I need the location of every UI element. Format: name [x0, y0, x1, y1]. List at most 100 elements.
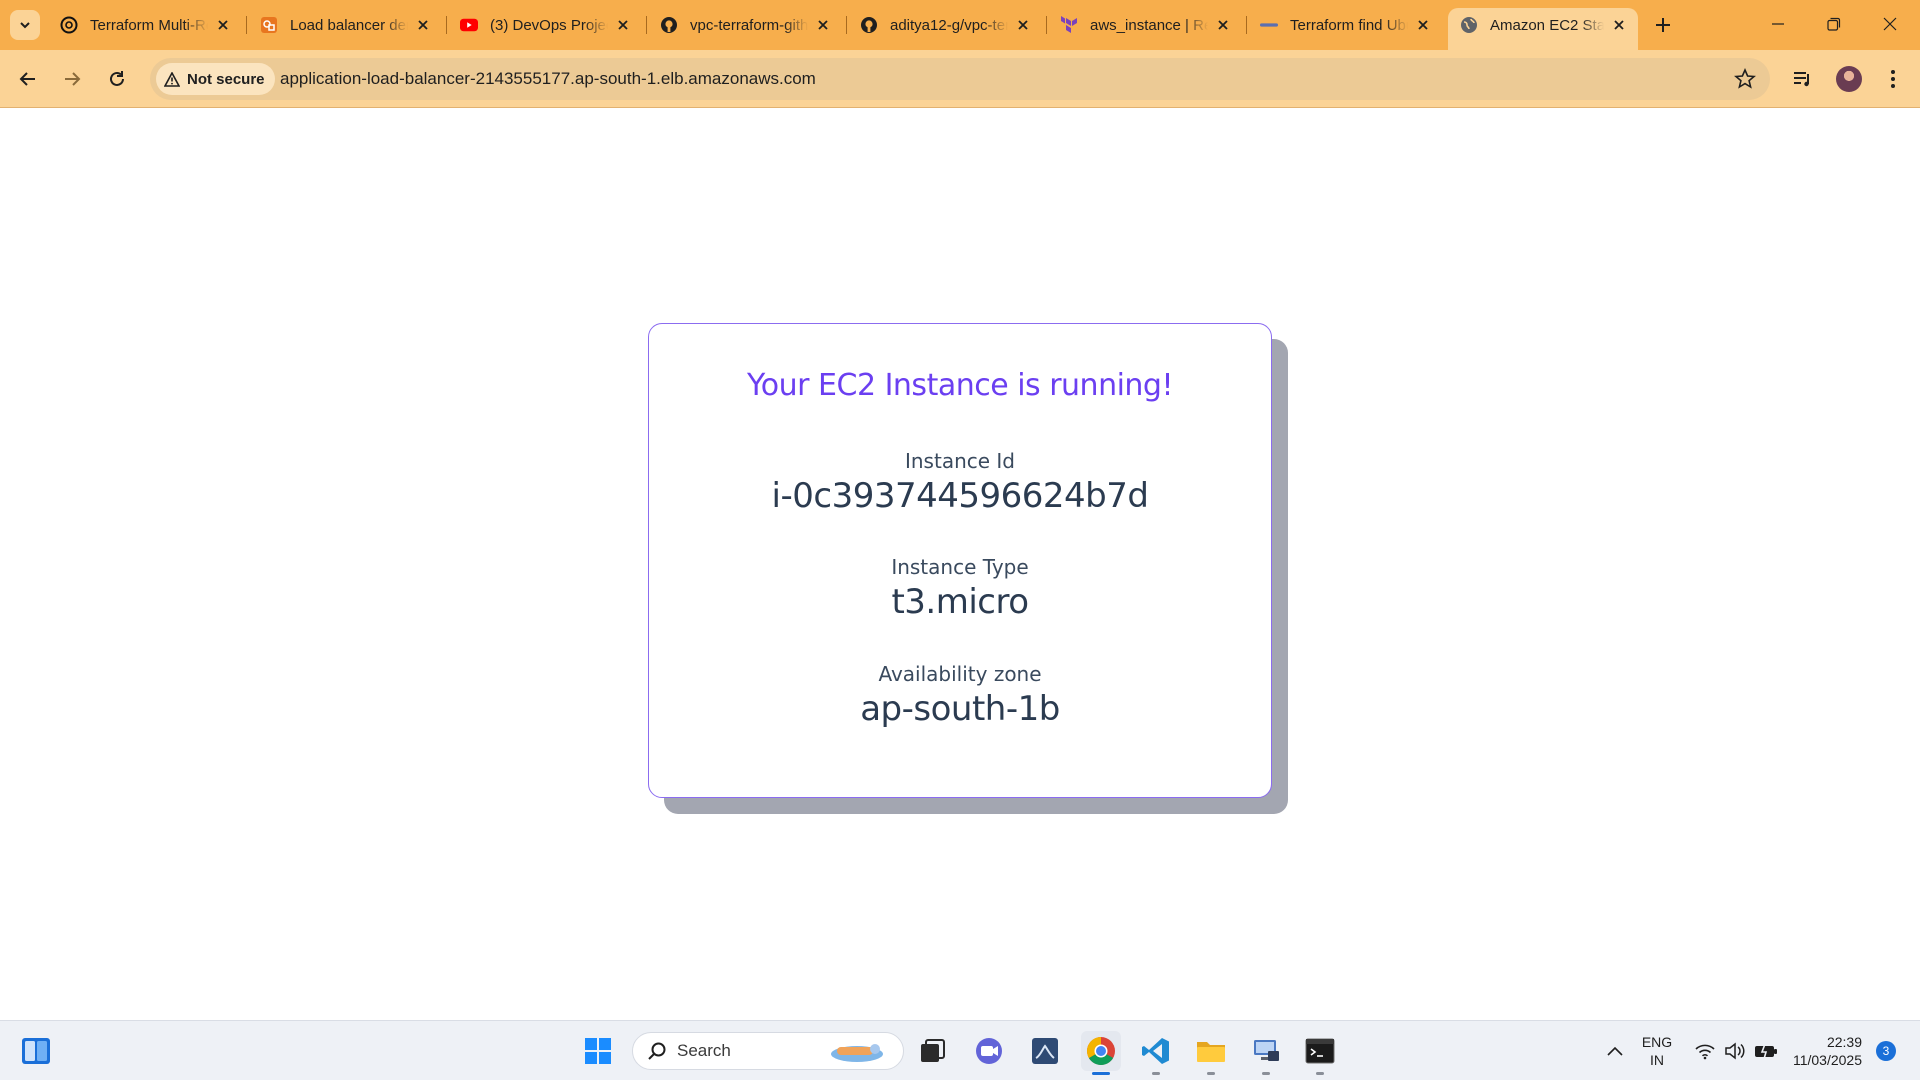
vscode-button[interactable] — [1136, 1031, 1176, 1075]
media-control-button[interactable] — [1788, 64, 1818, 94]
avatar — [1836, 66, 1862, 92]
tab-strip: Terraform Multi-Region Deployment Load b… — [0, 0, 1920, 50]
teams-button[interactable] — [969, 1031, 1009, 1071]
menu-button[interactable] — [1878, 64, 1908, 94]
start-button[interactable] — [578, 1031, 618, 1071]
tab-search-button[interactable] — [10, 10, 40, 40]
chrome-icon — [1087, 1037, 1115, 1065]
terminal-button[interactable] — [1300, 1031, 1340, 1075]
tab-separator — [846, 16, 847, 34]
search-icon — [648, 1042, 666, 1060]
file-explorer-button[interactable] — [1191, 1031, 1231, 1075]
task-view-button[interactable] — [912, 1031, 952, 1071]
language-code: ENG — [1641, 1034, 1673, 1050]
arrow-left-icon — [19, 72, 35, 86]
close-icon[interactable] — [1014, 16, 1032, 34]
tab-load-balancer[interactable]: Load balancer demo — [248, 8, 442, 42]
availability-zone-value: ap-south-1b — [860, 689, 1060, 729]
tab-terraform-find[interactable]: Terraform find Ubuntu AMI — [1248, 8, 1442, 42]
forward-button[interactable] — [56, 63, 88, 95]
close-icon[interactable] — [1214, 16, 1232, 34]
taskbar-search[interactable]: Search — [632, 1032, 904, 1070]
clock-time: 22:39 — [1826, 1034, 1862, 1050]
tab-terraform-multi[interactable]: Terraform Multi-Region Deployment — [48, 8, 242, 42]
profile-button[interactable] — [1834, 64, 1864, 94]
tab-separator — [1246, 16, 1247, 34]
running-indicator — [1207, 1072, 1215, 1075]
security-chip[interactable]: Not secure — [156, 63, 275, 95]
clock-date: 11/03/2025 — [1792, 1052, 1862, 1068]
media-queue-icon — [1794, 72, 1809, 87]
task-view-icon — [921, 1039, 945, 1062]
tab-title: aditya12-g/vpc-terraform — [890, 16, 1008, 34]
tab-youtube[interactable]: (3) DevOps Project — [448, 8, 642, 42]
tab-aws-instance[interactable]: aws_instance | Resources — [1048, 8, 1242, 42]
globe-icon — [1460, 16, 1478, 34]
browser-toolbar: Not secure application-load-balancer-214… — [0, 50, 1920, 108]
battery-charging-icon — [1755, 1043, 1777, 1059]
widgets-button[interactable] — [16, 1031, 56, 1071]
tab-aditya-repo[interactable]: aditya12-g/vpc-terraform — [848, 8, 1042, 42]
url-text[interactable]: application-load-balancer-2143555177.ap-… — [280, 69, 816, 89]
chevron-up-icon — [1607, 1046, 1623, 1056]
instance-type-value: t3.micro — [891, 582, 1029, 622]
close-icon[interactable] — [814, 16, 832, 34]
restore-icon — [1827, 17, 1841, 31]
search-highlight-icon — [831, 1044, 883, 1062]
plus-icon — [1656, 18, 1670, 32]
remote-desktop-icon — [1254, 1040, 1279, 1061]
tab-amazon-ec2[interactable]: Amazon EC2 Status — [1448, 8, 1638, 50]
close-icon[interactable] — [414, 16, 432, 34]
instance-id-value: i-0c393744596624b7d — [771, 476, 1149, 516]
tab-vpc-terraform[interactable]: vpc-terraform-github — [648, 8, 842, 42]
close-icon[interactable] — [614, 16, 632, 34]
running-indicator — [1262, 1072, 1270, 1075]
github-icon — [860, 16, 878, 34]
github-icon — [660, 16, 678, 34]
instance-status-card: Your EC2 Instance is running! Instance I… — [648, 323, 1272, 798]
arrow-right-icon — [65, 72, 81, 86]
back-button[interactable] — [12, 63, 44, 95]
tab-separator — [246, 16, 247, 34]
terraform-icon — [1060, 16, 1078, 34]
running-indicator — [1152, 1072, 1160, 1075]
terminal-icon — [1305, 1038, 1335, 1064]
running-indicator — [1316, 1072, 1324, 1075]
minimize-button[interactable] — [1750, 0, 1806, 48]
widgets-icon — [22, 1038, 50, 1064]
clock[interactable]: 22:39 11/03/2025 — [1786, 1033, 1866, 1069]
running-indicator — [1092, 1072, 1110, 1075]
language-indicator[interactable]: ENG IN — [1636, 1033, 1678, 1069]
region-code: IN — [1650, 1052, 1664, 1068]
page-viewport: Your EC2 Instance is running! Instance I… — [0, 109, 1920, 1020]
instance-type-label: Instance Type — [891, 555, 1029, 579]
openai-icon — [60, 16, 78, 34]
tab-separator — [446, 16, 447, 34]
tab-title: aws_instance | Resources — [1090, 16, 1208, 34]
address-bar[interactable]: Not secure application-load-balancer-214… — [150, 58, 1770, 100]
close-icon[interactable] — [1610, 16, 1628, 34]
close-window-button[interactable] — [1862, 0, 1918, 48]
notification-badge[interactable]: 3 — [1876, 1041, 1896, 1061]
quick-settings-button[interactable] — [1684, 1031, 1788, 1071]
tab-separator — [646, 16, 647, 34]
kebab-menu-icon — [1891, 70, 1895, 88]
tab-title: Terraform Multi-Region Deployment — [90, 16, 208, 34]
close-icon[interactable] — [1414, 16, 1432, 34]
restore-button[interactable] — [1806, 0, 1862, 48]
tab-title: Terraform find Ubuntu AMI — [1290, 16, 1408, 34]
stackoverflow-icon — [1260, 16, 1278, 34]
reload-button[interactable] — [101, 63, 133, 95]
bookmark-star-icon[interactable] — [1734, 68, 1756, 90]
close-icon[interactable] — [214, 16, 232, 34]
search-placeholder: Search — [677, 1041, 731, 1060]
chrome-button[interactable] — [1081, 1031, 1121, 1075]
show-hidden-icons-button[interactable] — [1595, 1031, 1635, 1071]
new-tab-button[interactable] — [1648, 12, 1678, 38]
minimize-icon — [1772, 23, 1784, 25]
close-icon — [1883, 17, 1897, 31]
remote-desktop-button[interactable] — [1246, 1031, 1286, 1075]
tab-title: Amazon EC2 Status — [1490, 16, 1604, 34]
reload-icon — [110, 71, 124, 86]
mysql-workbench-button[interactable] — [1025, 1031, 1065, 1071]
